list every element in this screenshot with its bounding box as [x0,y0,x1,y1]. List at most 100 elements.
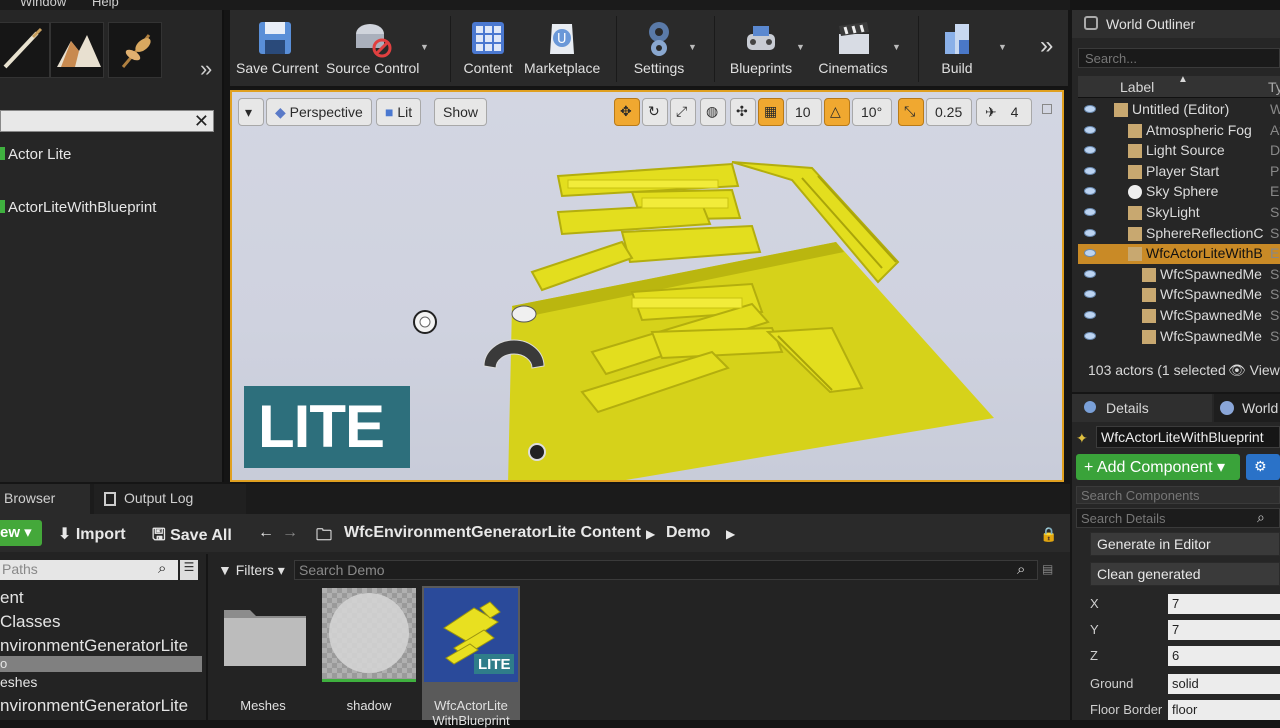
outliner-row[interactable]: Light Source Dir [1078,141,1280,161]
paths-search-input[interactable]: Paths ⌕ [0,560,178,580]
tree-item-selected[interactable]: o [0,656,202,672]
visibility-eye-icon[interactable] [1084,269,1096,278]
place-search-input[interactable]: ✕ [0,110,214,132]
breadcrumb-demo[interactable]: Demo [666,524,710,542]
import-button[interactable]: ⬇ Import [58,524,126,544]
source-control-button[interactable]: Source Control [326,10,419,88]
outliner-row[interactable]: Player Start Pla [1078,162,1280,182]
visibility-eye-icon[interactable] [1084,105,1096,113]
asset-tile[interactable]: shadow [320,586,418,720]
visibility-eye-icon[interactable] [1084,187,1096,196]
build-button[interactable]: Build [928,10,986,88]
forward-button[interactable]: → [282,524,298,542]
tree-item[interactable]: ent [0,588,24,608]
outliner-search-input[interactable]: Search... [1078,48,1280,68]
save-search-icon[interactable]: ▤ [1042,562,1053,576]
scale-tool-icon[interactable]: ⤢ [670,98,696,126]
property-value-field[interactable]: 7 [1168,620,1280,640]
perspective-button[interactable]: ◆ Perspective [266,98,372,126]
tab-world-outliner[interactable]: World Outliner [1072,10,1280,38]
outliner-row[interactable]: WfcSpawnedMe Sta [1078,265,1280,285]
tab-output-log[interactable]: Output Log [94,484,246,514]
rotation-snap-value[interactable]: 10° [852,98,892,126]
asset-search-input[interactable]: Search Demo ⌕ [294,560,1038,580]
breadcrumb-separator-icon[interactable]: ▶ [646,527,655,541]
view-options-button[interactable]: 👁 View [1228,362,1280,379]
content-button[interactable]: Content [460,10,516,88]
world-local-icon[interactable]: ◍ [700,98,726,126]
foliage-mode-icon[interactable] [108,22,162,78]
outliner-row[interactable]: SphereReflectionC Sph [1078,224,1280,244]
scale-snap-value[interactable]: 0.25 [926,98,972,126]
viewport-options-button[interactable]: ▾ [238,98,264,126]
splitter[interactable] [206,554,208,720]
translate-tool-icon[interactable]: ✥ [614,98,640,126]
tab-details[interactable]: Details [1072,394,1212,422]
save-all-button[interactable]: 🖫 Save All [152,524,232,551]
visibility-eye-icon[interactable] [1084,331,1096,340]
blueprint-script-button[interactable]: ⚙ [1246,454,1280,480]
grid-snap-icon[interactable]: ▦ [758,98,784,126]
back-button[interactable]: ← [258,524,274,542]
scale-snap-icon[interactable]: ⤡ [898,98,924,126]
tree-item[interactable]: nvironmentGeneratorLite [0,636,188,656]
asset-tile-selected[interactable]: LITE WfcActorLite WithBlueprint [422,586,520,728]
clear-search-icon[interactable]: ✕ [194,111,209,132]
property-value-field[interactable]: 7 [1168,594,1280,614]
col-label[interactable]: Label [1120,79,1154,95]
tree-item[interactable]: Classes [0,612,60,632]
outliner-row[interactable]: WfcSpawnedMe Sta [1078,306,1280,326]
breadcrumb-separator-icon[interactable]: ▶ [726,527,735,541]
settings-dropdown-icon[interactable]: ▼ [688,42,697,52]
outliner-row[interactable]: WfcSpawnedMe Sta [1078,327,1280,347]
tree-item[interactable]: nvironmentGeneratorLite [0,696,188,716]
property-value-field[interactable]: 6 [1168,646,1280,666]
source-control-dropdown-icon[interactable]: ▼ [420,42,429,52]
marketplace-button[interactable]: U Marketplace [524,10,600,88]
blueprints-button[interactable]: Blueprints [724,10,798,88]
outliner-row[interactable]: WfcSpawnedMe Sta [1078,285,1280,305]
tree-item[interactable]: eshes [0,674,37,690]
tab-world-settings[interactable]: World [1214,394,1280,422]
maximize-viewport-icon[interactable] [1042,104,1052,114]
surface-snap-icon[interactable]: ✣ [730,98,756,126]
build-dropdown-icon[interactable]: ▼ [998,42,1007,52]
expand-modes-icon[interactable]: » [200,56,212,82]
rotation-snap-icon[interactable]: △ [824,98,850,126]
menu-window[interactable]: Window [20,0,66,9]
search-components-input[interactable]: Search Components [1076,486,1280,504]
landscape-mode-icon[interactable] [50,22,104,78]
lit-button[interactable]: ■ Lit [376,98,422,126]
property-value-field[interactable]: solid [1168,674,1280,694]
visibility-eye-icon[interactable] [1084,166,1096,175]
cinematics-dropdown-icon[interactable]: ▼ [892,42,901,52]
blueprints-dropdown-icon[interactable]: ▼ [796,42,805,52]
outliner-row[interactable]: WfcActorLiteWithB Ed [1078,244,1280,265]
property-value-field[interactable]: floor [1168,700,1280,720]
lock-icon[interactable]: 🔒 [1040,526,1057,543]
save-current-button[interactable]: Save Current [236,10,318,88]
filters-button[interactable]: ▼ Filters ▾ [218,562,285,579]
visibility-eye-icon[interactable] [1084,311,1096,319]
outliner-row[interactable]: Atmospheric Fog Atm [1078,121,1280,141]
visibility-eye-icon[interactable] [1084,249,1096,258]
visibility-eye-icon[interactable] [1084,228,1096,237]
grid-snap-value[interactable]: 10 [786,98,822,126]
menu-help[interactable]: Help [92,0,119,9]
visibility-eye-icon[interactable] [1084,125,1096,134]
col-type[interactable]: Ty [1268,79,1280,95]
level-viewport[interactable]: ▾ ◆ Perspective ■ Lit Show ✥ ↻ ⤢ ◍ ✣ ▦ 1… [230,90,1064,482]
place-item[interactable]: ActorLiteWithBlueprint [0,199,156,216]
asset-tile[interactable]: Meshes [214,586,312,720]
toolbar-overflow-icon[interactable]: » [1040,32,1053,60]
show-button[interactable]: Show [434,98,488,126]
search-details-input[interactable]: Search Details ⌕ [1076,508,1280,528]
outliner-row[interactable]: Untitled (Editor) Wo [1078,100,1280,120]
visibility-eye-icon[interactable] [1084,208,1096,216]
outliner-row[interactable]: Sky Sphere Ed [1078,182,1280,202]
outliner-row[interactable]: SkyLight Sky [1078,203,1280,223]
add-new-button[interactable]: ew ▾ [0,520,42,546]
add-component-button[interactable]: + Add Component ▾ [1076,454,1240,480]
visibility-eye-icon[interactable] [1084,146,1096,155]
rotate-tool-icon[interactable]: ↻ [642,98,668,126]
